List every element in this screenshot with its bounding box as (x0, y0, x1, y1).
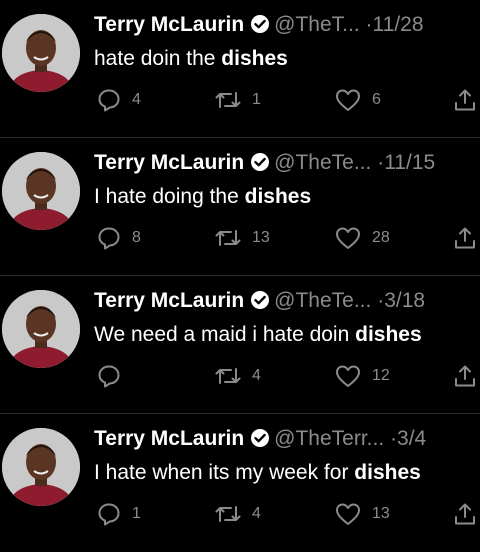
like-button[interactable]: 6 (334, 86, 381, 114)
tweet-text-highlight: dishes (355, 323, 422, 346)
avatar[interactable] (2, 152, 80, 230)
tweet[interactable]: Terry McLaurin @TheT... ·11/28 hate doin … (0, 0, 480, 138)
tweet-text: hate doin the dishes (94, 46, 480, 72)
tweet-text-part: I hate when its my week for (94, 461, 355, 484)
separator-dot: · (365, 13, 373, 36)
tweet-text-part: We need a maid i hate doin (94, 323, 356, 346)
tweet-actions: 4 12 (0, 362, 480, 390)
author-name[interactable]: Terry McLaurin (94, 427, 244, 450)
author-name[interactable]: Terry McLaurin (94, 289, 244, 312)
author-name[interactable]: Terry McLaurin (94, 151, 244, 174)
tweet-text: I hate when its my week for dishes (94, 460, 480, 486)
reply-count: 1 (132, 505, 141, 522)
retweet-button[interactable]: 4 (214, 500, 261, 528)
tweet-text-highlight: dishes (221, 47, 288, 70)
reply-button[interactable]: 8 (96, 224, 141, 252)
tweet-header: Terry McLaurin @TheTerr... ·3/4 (94, 426, 480, 455)
author-handle[interactable]: @TheTe... (274, 151, 371, 174)
verified-badge-icon (250, 152, 270, 179)
author-handle[interactable]: @TheTe... (274, 289, 371, 312)
share-icon (452, 87, 478, 113)
like-button[interactable]: 12 (334, 362, 390, 390)
share-icon (452, 225, 478, 251)
author-handle[interactable]: @TheTerr... (274, 427, 384, 450)
reply-count: 8 (132, 229, 141, 246)
retweet-icon (214, 501, 242, 527)
tweet-feed: Terry McLaurin @TheT... ·11/28 hate doin … (0, 0, 480, 535)
retweet-button[interactable]: 4 (214, 362, 261, 390)
verified-badge-icon (250, 14, 270, 41)
retweet-icon (214, 363, 242, 389)
author-handle[interactable]: @TheT... (274, 13, 360, 36)
verified-badge-icon (250, 428, 270, 455)
retweet-button[interactable]: 1 (214, 86, 261, 114)
tweet-text: We need a maid i hate doin dishes (94, 322, 480, 348)
retweet-count: 4 (252, 505, 261, 522)
reply-button[interactable]: 1 (96, 500, 141, 528)
tweet-text-part: hate doin the (94, 47, 222, 70)
reply-button[interactable] (96, 362, 132, 390)
reply-icon (96, 87, 122, 113)
reply-icon (96, 225, 122, 251)
avatar[interactable] (2, 290, 80, 368)
share-icon (452, 363, 478, 389)
like-count: 6 (372, 91, 381, 108)
retweet-count: 1 (252, 91, 261, 108)
tweet[interactable]: Terry McLaurin @TheTe... ·11/15 I hate do… (0, 138, 480, 276)
retweet-icon (214, 87, 242, 113)
like-count: 12 (372, 367, 390, 384)
retweet-button[interactable]: 13 (214, 224, 270, 252)
like-count: 28 (372, 229, 390, 246)
like-icon (334, 363, 362, 389)
share-button[interactable] (452, 86, 478, 114)
verified-badge-icon (250, 290, 270, 317)
author-name[interactable]: Terry McLaurin (94, 13, 244, 36)
tweet[interactable]: Terry McLaurin @TheTe... ·3/18 We need a … (0, 276, 480, 414)
retweet-count: 4 (252, 367, 261, 384)
retweet-count: 13 (252, 229, 270, 246)
tweet-text-highlight: dishes (354, 461, 421, 484)
tweet-actions: 1 4 13 (0, 500, 480, 528)
reply-icon (96, 363, 122, 389)
like-icon (334, 87, 362, 113)
tweet-date[interactable]: 11/15 (384, 151, 435, 174)
share-button[interactable] (452, 500, 478, 528)
tweet-actions: 8 13 28 (0, 224, 480, 252)
tweet-text: I hate doing the dishes (94, 184, 480, 210)
tweet-header: Terry McLaurin @TheTe... ·11/15 (94, 150, 480, 179)
tweet-text-part: I hate doing the (94, 185, 245, 208)
retweet-icon (214, 225, 242, 251)
share-button[interactable] (452, 224, 478, 252)
tweet-header: Terry McLaurin @TheT... ·11/28 (94, 12, 480, 41)
tweet-date[interactable]: 3/18 (384, 289, 425, 312)
like-count: 13 (372, 505, 390, 522)
reply-count: 4 (132, 91, 141, 108)
tweet[interactable]: Terry McLaurin @TheTerr... ·3/4 I hate wh… (0, 414, 480, 552)
reply-icon (96, 501, 122, 527)
tweet-text-highlight: dishes (244, 185, 312, 208)
reply-button[interactable]: 4 (96, 86, 141, 114)
avatar[interactable] (2, 428, 80, 506)
like-icon (334, 501, 362, 527)
like-button[interactable]: 28 (334, 224, 390, 252)
separator-dot: · (390, 427, 398, 450)
like-icon (334, 225, 362, 251)
tweet-date[interactable]: 3/4 (397, 427, 426, 450)
share-button[interactable] (452, 362, 478, 390)
like-button[interactable]: 13 (334, 500, 390, 528)
avatar[interactable] (2, 14, 80, 92)
tweet-header: Terry McLaurin @TheTe... ·3/18 (94, 288, 480, 317)
tweet-date[interactable]: 11/28 (373, 13, 424, 36)
share-icon (452, 501, 478, 527)
tweet-actions: 4 1 6 (0, 86, 480, 114)
